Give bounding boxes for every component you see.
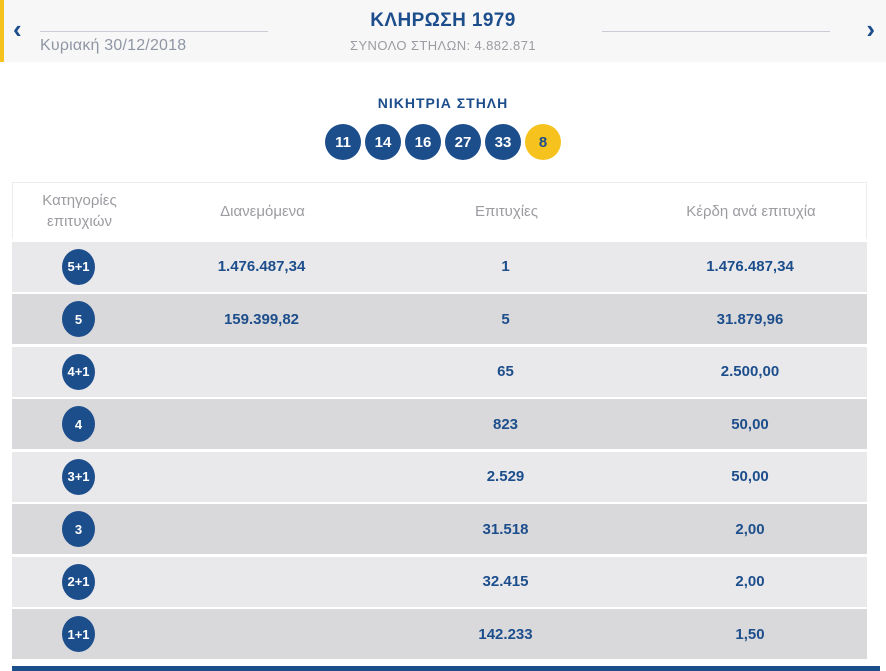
table-row: 4+1 65 2.500,00 xyxy=(12,346,867,397)
next-draw-button[interactable]: › xyxy=(866,14,875,44)
prize-per-winner-value: 2.500,00 xyxy=(720,363,780,380)
winners-value: 1 xyxy=(501,258,510,275)
results-table: Κατηγορίες επιτυχιών Διανεμόμενα Επιτυχί… xyxy=(12,182,867,659)
prize-per-winner-value: 31.879,96 xyxy=(716,310,784,328)
table-row: 4 823 50,00 xyxy=(12,399,867,449)
prize-per-winner-value: 2,00 xyxy=(735,520,765,538)
draw-title: ΚΛΗΡΩΣΗ 1979 xyxy=(370,10,516,31)
winning-number-ball: 33 xyxy=(485,124,521,160)
winning-numbers-row: 11 14 16 27 33 8 xyxy=(0,124,886,160)
table-row: 5 159.399,82 5 31.879,96 xyxy=(12,294,867,344)
winners-value: 142.233 xyxy=(478,625,533,643)
winners-value: 31.518 xyxy=(482,520,529,538)
category-badge: 5+1 xyxy=(62,248,95,285)
joker-number-ball: 8 xyxy=(525,124,561,160)
winning-number-ball: 16 xyxy=(405,124,441,160)
table-row: 2+1 32.415 2,00 xyxy=(12,556,867,607)
table-row: 5+1 1.476.487,34 1 1.476.487,34 xyxy=(12,241,867,292)
results-table-body: 5+1 1.476.487,34 1 1.476.487,34 5 159.399,82 5… xyxy=(12,241,867,659)
prize-per-winner-value: 2,00 xyxy=(735,573,765,590)
winning-column-title: ΝΙΚΗΤΡΙΑ ΣΤΗΛΗ xyxy=(377,95,509,111)
category-badge: 3 xyxy=(62,511,95,547)
prize-per-winner-value: 50,00 xyxy=(731,468,769,485)
category-badge: 4 xyxy=(62,406,95,442)
column-header-winners: Επιτυχίες xyxy=(475,202,538,220)
category-badge: 1+1 xyxy=(62,616,95,652)
winners-value: 2.529 xyxy=(486,468,525,485)
table-row: 3+1 2.529 50,00 xyxy=(12,451,867,502)
prize-per-winner-value: 50,00 xyxy=(731,415,769,433)
column-header-prize: Κέρδη ανά επιτυχία xyxy=(686,202,816,220)
results-table-header: Κατηγορίες επιτυχιών Διανεμόμενα Επιτυχί… xyxy=(12,182,867,239)
winning-number-ball: 27 xyxy=(445,124,481,160)
column-header-categories: Κατηγορίες επιτυχιών xyxy=(42,192,117,230)
total-columns-label: ΣΥΝΟΛΟ ΣΤΗΛΩΝ: 4.882.871 xyxy=(350,38,536,53)
winning-number-ball: 14 xyxy=(365,124,401,160)
winners-value: 823 xyxy=(492,415,519,433)
next-section-top-edge xyxy=(12,666,880,671)
category-badge: 4+1 xyxy=(62,353,95,390)
table-row: 3 31.518 2,00 xyxy=(12,504,867,554)
distributed-value: 159.399,82 xyxy=(223,310,300,328)
distributed-value: 1.476.487,34 xyxy=(217,258,306,275)
winners-value: 65 xyxy=(497,363,514,380)
header-divider-right xyxy=(602,31,830,32)
category-badge: 5 xyxy=(62,301,95,337)
winners-value: 32.415 xyxy=(482,573,529,590)
column-header-distributed: Διανεμόμενα xyxy=(220,202,305,220)
winning-number-ball: 11 xyxy=(325,124,361,160)
table-row: 1+1 142.233 1,50 xyxy=(12,609,867,659)
prize-per-winner-value: 1,50 xyxy=(735,625,765,643)
winners-value: 5 xyxy=(501,310,510,328)
draw-header: ‹ Κυριακή 30/12/2018 ΚΛΗΡΩΣΗ 1979 ΣΥΝΟΛΟ… xyxy=(0,0,886,62)
category-badge: 3+1 xyxy=(62,458,95,495)
category-badge: 2+1 xyxy=(62,563,95,600)
prize-per-winner-value: 1.476.487,34 xyxy=(706,258,794,275)
winning-column-section: ΝΙΚΗΤΡΙΑ ΣΤΗΛΗ 11 14 16 27 33 8 xyxy=(0,95,886,160)
